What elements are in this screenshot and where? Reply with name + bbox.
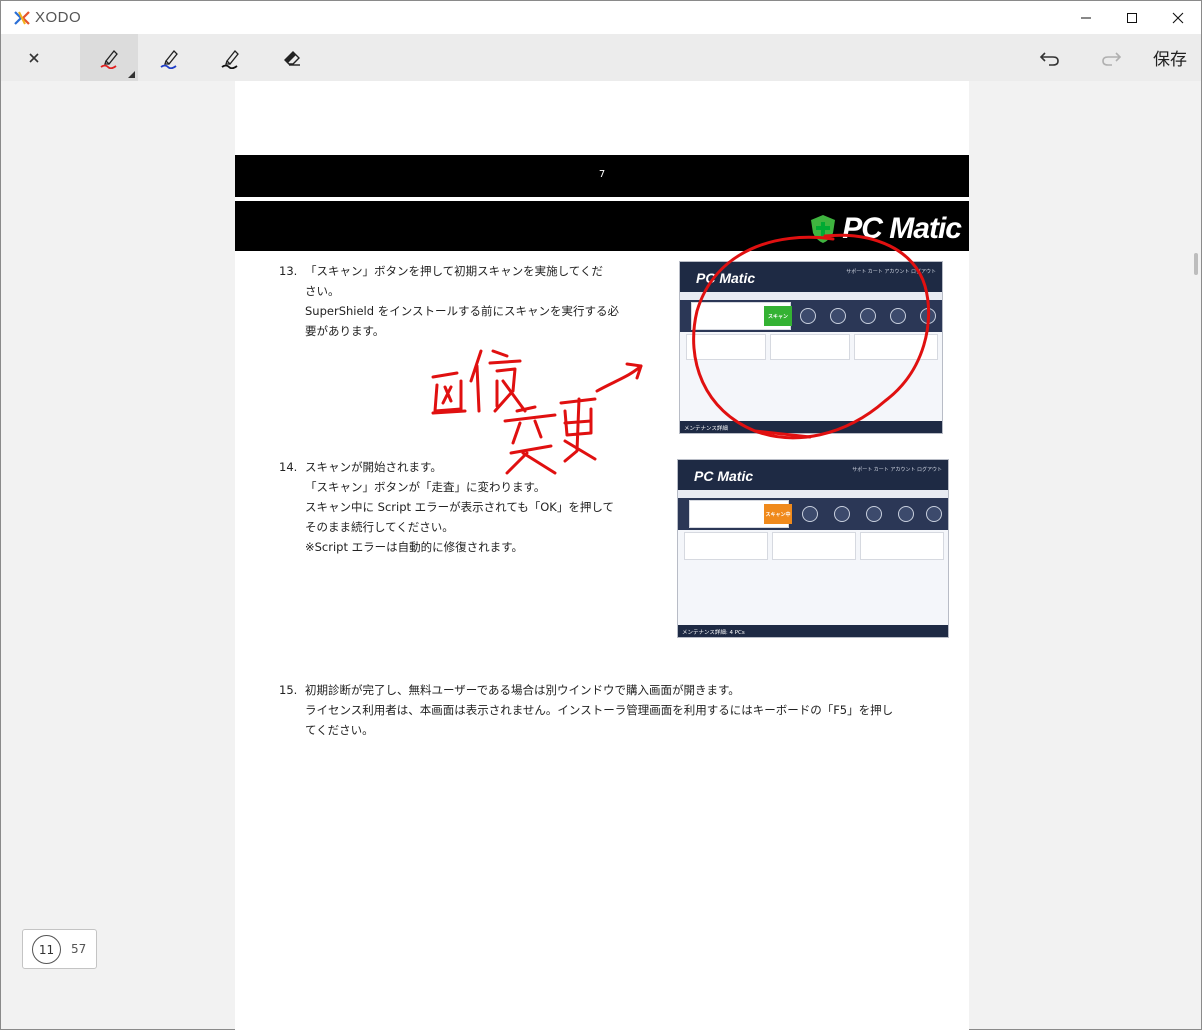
step-body: 初期診断が完了し、無料ユーザーである場合は別ウインドウで購入画面が開きます。 ラ…: [305, 680, 893, 740]
document-page: 7 PC Matic 13. 「スキャン」ボタンを押して初期スキャンを実施してく…: [235, 81, 969, 1030]
step-line: そのまま続行してください。: [305, 520, 454, 534]
red-arrow-head: [625, 362, 643, 380]
screenshot-footer-text: メンテナンス詳細: [684, 426, 728, 432]
eraser-icon: [284, 50, 300, 66]
red-char-kou: [559, 397, 597, 463]
redo-icon: [1102, 51, 1122, 66]
pen-icon: [221, 49, 239, 69]
screenshot-logo: PC Matic: [694, 468, 754, 484]
step-line: てください。: [305, 723, 374, 737]
screenshot-card: [770, 334, 850, 360]
total-pages: 57: [71, 942, 87, 956]
step-number: 14.: [279, 460, 298, 474]
maximize-button[interactable]: [1109, 1, 1155, 35]
dropdown-corner-icon: [128, 71, 135, 78]
scrollbar-thumb[interactable]: [1194, 253, 1198, 275]
red-arrow-shaft: [595, 364, 643, 393]
step-line: ライセンス利用者は、本画面は表示されません。インストーラ管理画面を利用するにはキ…: [305, 703, 894, 717]
screenshot-circle-icon: [830, 308, 846, 324]
screenshot-card: [686, 334, 766, 360]
xodo-logo-icon: [14, 11, 30, 25]
step-line: 初期診断が完了し、無料ユーザーである場合は別ウインドウで購入画面が開きます。: [305, 683, 740, 697]
step-number: 13.: [279, 264, 298, 278]
title-bar: XODO: [0, 0, 1202, 34]
annotation-toolbar: 保存: [0, 34, 1202, 81]
minimize-icon: [1081, 17, 1091, 19]
screenshot-subbar: [678, 490, 948, 498]
step-line: 要があります。: [305, 324, 385, 338]
pen-icon: [100, 49, 118, 69]
pen-black-tool[interactable]: [201, 34, 259, 81]
screenshot-card: [772, 532, 856, 560]
step-15: 15. 初期診断が完了し、無料ユーザーである場合は別ウインドウで購入画面が開きま…: [279, 680, 959, 744]
undo-icon: [1039, 51, 1059, 66]
screenshot-circle-icon: [860, 308, 876, 324]
save-button[interactable]: 保存: [1153, 45, 1187, 70]
screenshot-sidebar: [678, 498, 687, 530]
pen-red-tool[interactable]: [80, 34, 138, 81]
page-counter[interactable]: 11 57: [22, 929, 97, 969]
step-body: 「スキャン」ボタンを押して初期スキャンを実施してくだ さい。 SuperShie…: [305, 261, 619, 341]
step-number: 15.: [279, 683, 298, 697]
red-char-ga: [431, 371, 467, 415]
red-char-zou: [469, 349, 527, 413]
screenshot-card: [684, 532, 768, 560]
screenshot-card: [860, 532, 944, 560]
screenshot-subbar: [680, 292, 942, 300]
screenshot-scan: PC Matic サポート カート アカウント ログアウト スキャン メンテナン…: [679, 261, 943, 434]
app-name: XODO: [35, 9, 82, 26]
shield-icon: [811, 215, 836, 243]
current-page: 11: [32, 935, 61, 964]
step-13: 13. 「スキャン」ボタンを押して初期スキャンを実施してくだ さい。 Super…: [279, 261, 679, 341]
close-icon: [1172, 12, 1184, 24]
screenshot-sidebar: [680, 300, 689, 332]
step-line: ※Script エラーは自動的に修復されます。: [305, 540, 523, 554]
maximize-icon: [1127, 13, 1137, 23]
screenshot-circle-icon: [920, 308, 936, 324]
step-line: SuperShield をインストールする前にスキャンを実行する必: [305, 304, 619, 318]
screenshot-footer-text: メンテナンス詳細: 4 PCs: [682, 630, 745, 636]
screenshot-circle-icon: [866, 506, 882, 522]
document-viewer[interactable]: 7 PC Matic 13. 「スキャン」ボタンを押して初期スキャンを実施してく…: [0, 81, 1202, 1030]
screenshot-scan-button: スキャン: [764, 306, 792, 326]
screenshot-circle-icon: [898, 506, 914, 522]
redo-button[interactable]: [1082, 34, 1140, 81]
eraser-tool[interactable]: [263, 34, 321, 81]
screenshot-circle-icon: [834, 506, 850, 522]
step-line: 「スキャン」ボタンが「走査」に変わります。: [305, 480, 546, 494]
screenshot-card: [854, 334, 938, 360]
step-line: スキャンが開始されます。: [305, 460, 442, 474]
window-close-button[interactable]: [1155, 1, 1201, 35]
pc-matic-logo: PC Matic: [808, 211, 962, 247]
screenshot-circle-icon: [890, 308, 906, 324]
minimize-button[interactable]: [1063, 1, 1109, 35]
close-toolbar-button[interactable]: [5, 34, 63, 81]
pen-icon: [160, 49, 178, 69]
brand-name: PC Matic: [842, 212, 962, 245]
pen-blue-tool[interactable]: [140, 34, 198, 81]
close-icon: [29, 52, 39, 63]
screenshot-scan-button: スキャン中: [764, 504, 792, 524]
screenshot-links: サポート カート アカウント ログアウト: [852, 467, 942, 473]
step-line: スキャン中に Script エラーが表示されても「OK」を押して: [305, 500, 614, 514]
page-number: 7: [598, 169, 606, 180]
screenshot-links: サポート カート アカウント ログアウト: [846, 269, 936, 275]
step-body: スキャンが開始されます。 「スキャン」ボタンが「走査」に変わります。 スキャン中…: [305, 457, 614, 557]
step-line: さい。: [305, 284, 340, 298]
step-line: 「スキャン」ボタンを押して初期スキャンを実施してくだ: [305, 264, 603, 278]
screenshot-logo: PC Matic: [696, 270, 756, 286]
screenshot-circle-icon: [926, 506, 942, 522]
undo-button[interactable]: [1021, 34, 1079, 81]
step-14: 14. スキャンが開始されます。 「スキャン」ボタンが「走査」に変わります。 ス…: [279, 457, 679, 557]
screenshot-circle-icon: [800, 308, 816, 324]
screenshot-scanning: PC Matic サポート カート アカウント ログアウト スキャン中 メンテナ…: [677, 459, 949, 638]
screenshot-circle-icon: [802, 506, 818, 522]
